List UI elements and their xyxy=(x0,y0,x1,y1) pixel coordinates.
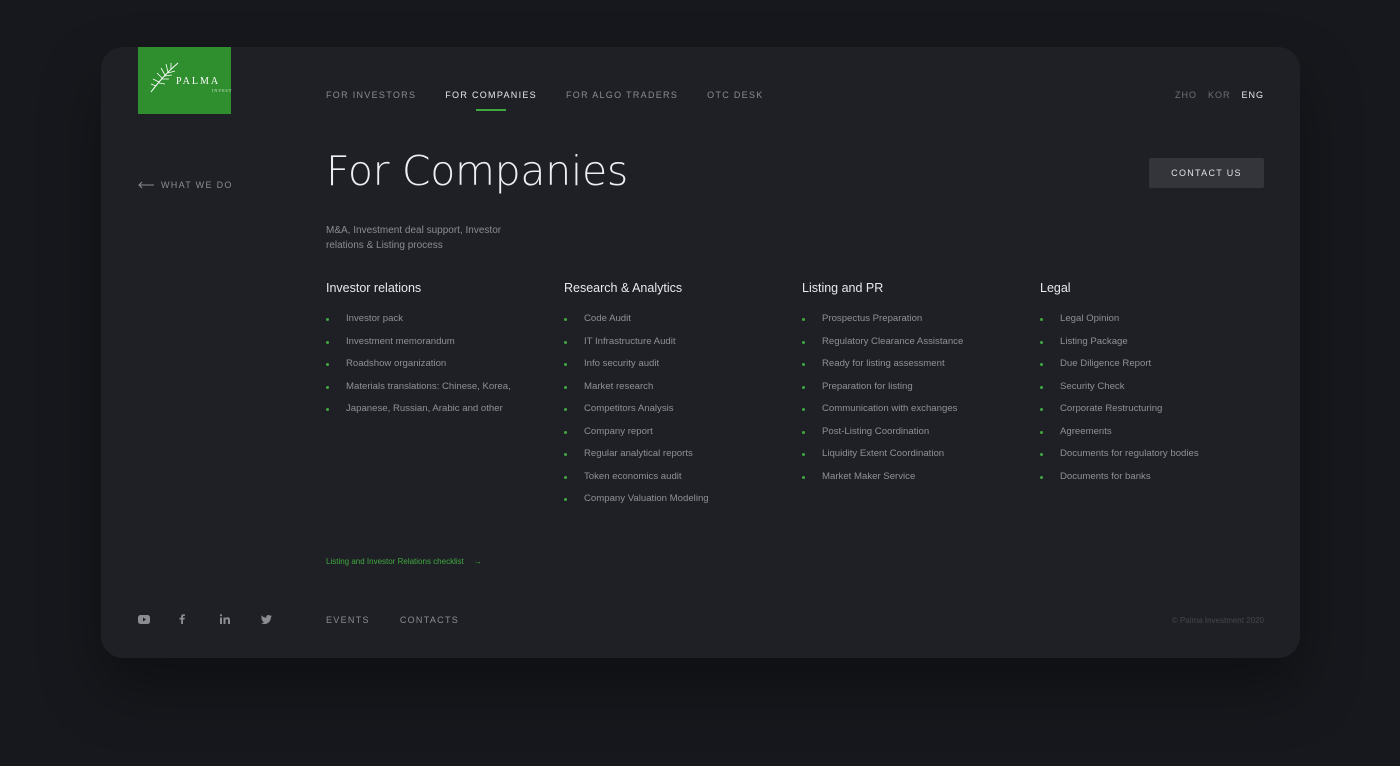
social-links xyxy=(138,613,302,625)
list-item: Roadshow organization xyxy=(326,358,546,381)
copyright: © Palma Investment 2020 xyxy=(1171,616,1264,625)
list-item: Due Diligence Report xyxy=(1040,358,1260,381)
nav-for-algo-traders[interactable]: FOR ALGO TRADERS xyxy=(566,90,678,100)
column-listing-pr: Listing and PR Prospectus Preparation Re… xyxy=(802,281,1022,493)
list-item: Post-Listing Coordination xyxy=(802,426,1022,449)
footer-link-contacts[interactable]: CONTACTS xyxy=(400,615,459,625)
youtube-icon[interactable] xyxy=(138,613,179,625)
column-title: Listing and PR xyxy=(802,281,884,295)
list-item: Materials translations: Chinese, Korea, xyxy=(326,381,546,404)
list-item: Competitors Analysis xyxy=(564,403,784,426)
lang-kor[interactable]: KOR xyxy=(1208,90,1231,100)
list-item: Documents for banks xyxy=(1040,471,1260,494)
service-list: Code Audit IT Infrastructure Audit Info … xyxy=(564,313,784,516)
main-card: PALMA INVEST FOR INVESTORS FOR COMPANIES… xyxy=(101,47,1300,658)
footer-nav: EVENTS CONTACTS xyxy=(326,615,459,625)
back-link[interactable]: WHAT WE DO xyxy=(138,180,233,190)
main-nav: FOR INVESTORS FOR COMPANIES FOR ALGO TRA… xyxy=(326,90,793,100)
nav-for-companies[interactable]: FOR COMPANIES xyxy=(445,90,537,100)
arrow-left-icon xyxy=(138,181,154,189)
contact-us-button[interactable]: CONTACT US xyxy=(1149,158,1264,188)
list-item: Investment memorandum xyxy=(326,336,546,359)
column-investor-relations: Investor relations Investor pack Investm… xyxy=(326,281,546,426)
page-title: For Companies xyxy=(326,147,628,195)
logo[interactable]: PALMA INVEST xyxy=(138,47,231,114)
footer-link-events[interactable]: EVENTS xyxy=(326,615,370,625)
list-item: Market research xyxy=(564,381,784,404)
list-item: Info security audit xyxy=(564,358,784,381)
list-item: Token economics audit xyxy=(564,471,784,494)
twitter-icon[interactable] xyxy=(261,613,302,625)
service-list: Legal Opinion Listing Package Due Dilige… xyxy=(1040,313,1260,493)
service-list: Investor pack Investment memorandum Road… xyxy=(326,313,546,426)
list-item: IT Infrastructure Audit xyxy=(564,336,784,359)
list-item: Regulatory Clearance Assistance xyxy=(802,336,1022,359)
lang-zho[interactable]: ZHO xyxy=(1175,90,1197,100)
page-subtitle: M&A, Investment deal support, Investor r… xyxy=(326,225,502,251)
list-item: Code Audit xyxy=(564,313,784,336)
list-item: Company report xyxy=(564,426,784,449)
list-item: Agreements xyxy=(1040,426,1260,449)
column-title: Investor relations xyxy=(326,281,422,295)
list-item: Japanese, Russian, Arabic and other xyxy=(326,403,546,426)
checklist-label: Listing and Investor Relations checklist xyxy=(326,557,464,566)
service-list: Prospectus Preparation Regulatory Cleara… xyxy=(802,313,1022,493)
column-title: Research & Analytics xyxy=(564,281,683,295)
list-item: Investor pack xyxy=(326,313,546,336)
list-item: Company Valuation Modeling xyxy=(564,493,784,516)
list-item: Regular analytical reports xyxy=(564,448,784,471)
column-title: Legal xyxy=(1040,281,1071,295)
column-legal: Legal Legal Opinion Listing Package Due … xyxy=(1040,281,1260,493)
list-item: Communication with exchanges xyxy=(802,403,1022,426)
arrow-right-icon: → xyxy=(473,557,482,566)
language-switcher: ZHO KOR ENG xyxy=(1175,90,1264,100)
list-item: Legal Opinion xyxy=(1040,313,1260,336)
list-item: Documents for regulatory bodies xyxy=(1040,448,1260,471)
list-item: Market Maker Service xyxy=(802,471,1022,494)
list-item: Prospectus Preparation xyxy=(802,313,1022,336)
linkedin-icon[interactable] xyxy=(220,613,261,625)
list-item: Ready for listing assessment xyxy=(802,358,1022,381)
back-link-label: WHAT WE DO xyxy=(161,180,233,190)
lang-eng[interactable]: ENG xyxy=(1241,90,1264,100)
nav-for-investors[interactable]: FOR INVESTORS xyxy=(326,90,416,100)
list-item: Liquidity Extent Coordination xyxy=(802,448,1022,471)
list-item: Preparation for listing xyxy=(802,381,1022,404)
nav-otc-desk[interactable]: OTC DESK xyxy=(707,90,763,100)
checklist-link[interactable]: Listing and Investor Relations checklist… xyxy=(326,557,482,566)
list-item: Listing Package xyxy=(1040,336,1260,359)
list-item: Security Check xyxy=(1040,381,1260,404)
brand-name: PALMA xyxy=(176,76,221,87)
brand-sub: INVEST xyxy=(212,88,233,93)
column-research-analytics: Research & Analytics Code Audit IT Infra… xyxy=(564,281,784,516)
list-item: Corporate Restructuring xyxy=(1040,403,1260,426)
facebook-icon[interactable] xyxy=(179,613,220,625)
